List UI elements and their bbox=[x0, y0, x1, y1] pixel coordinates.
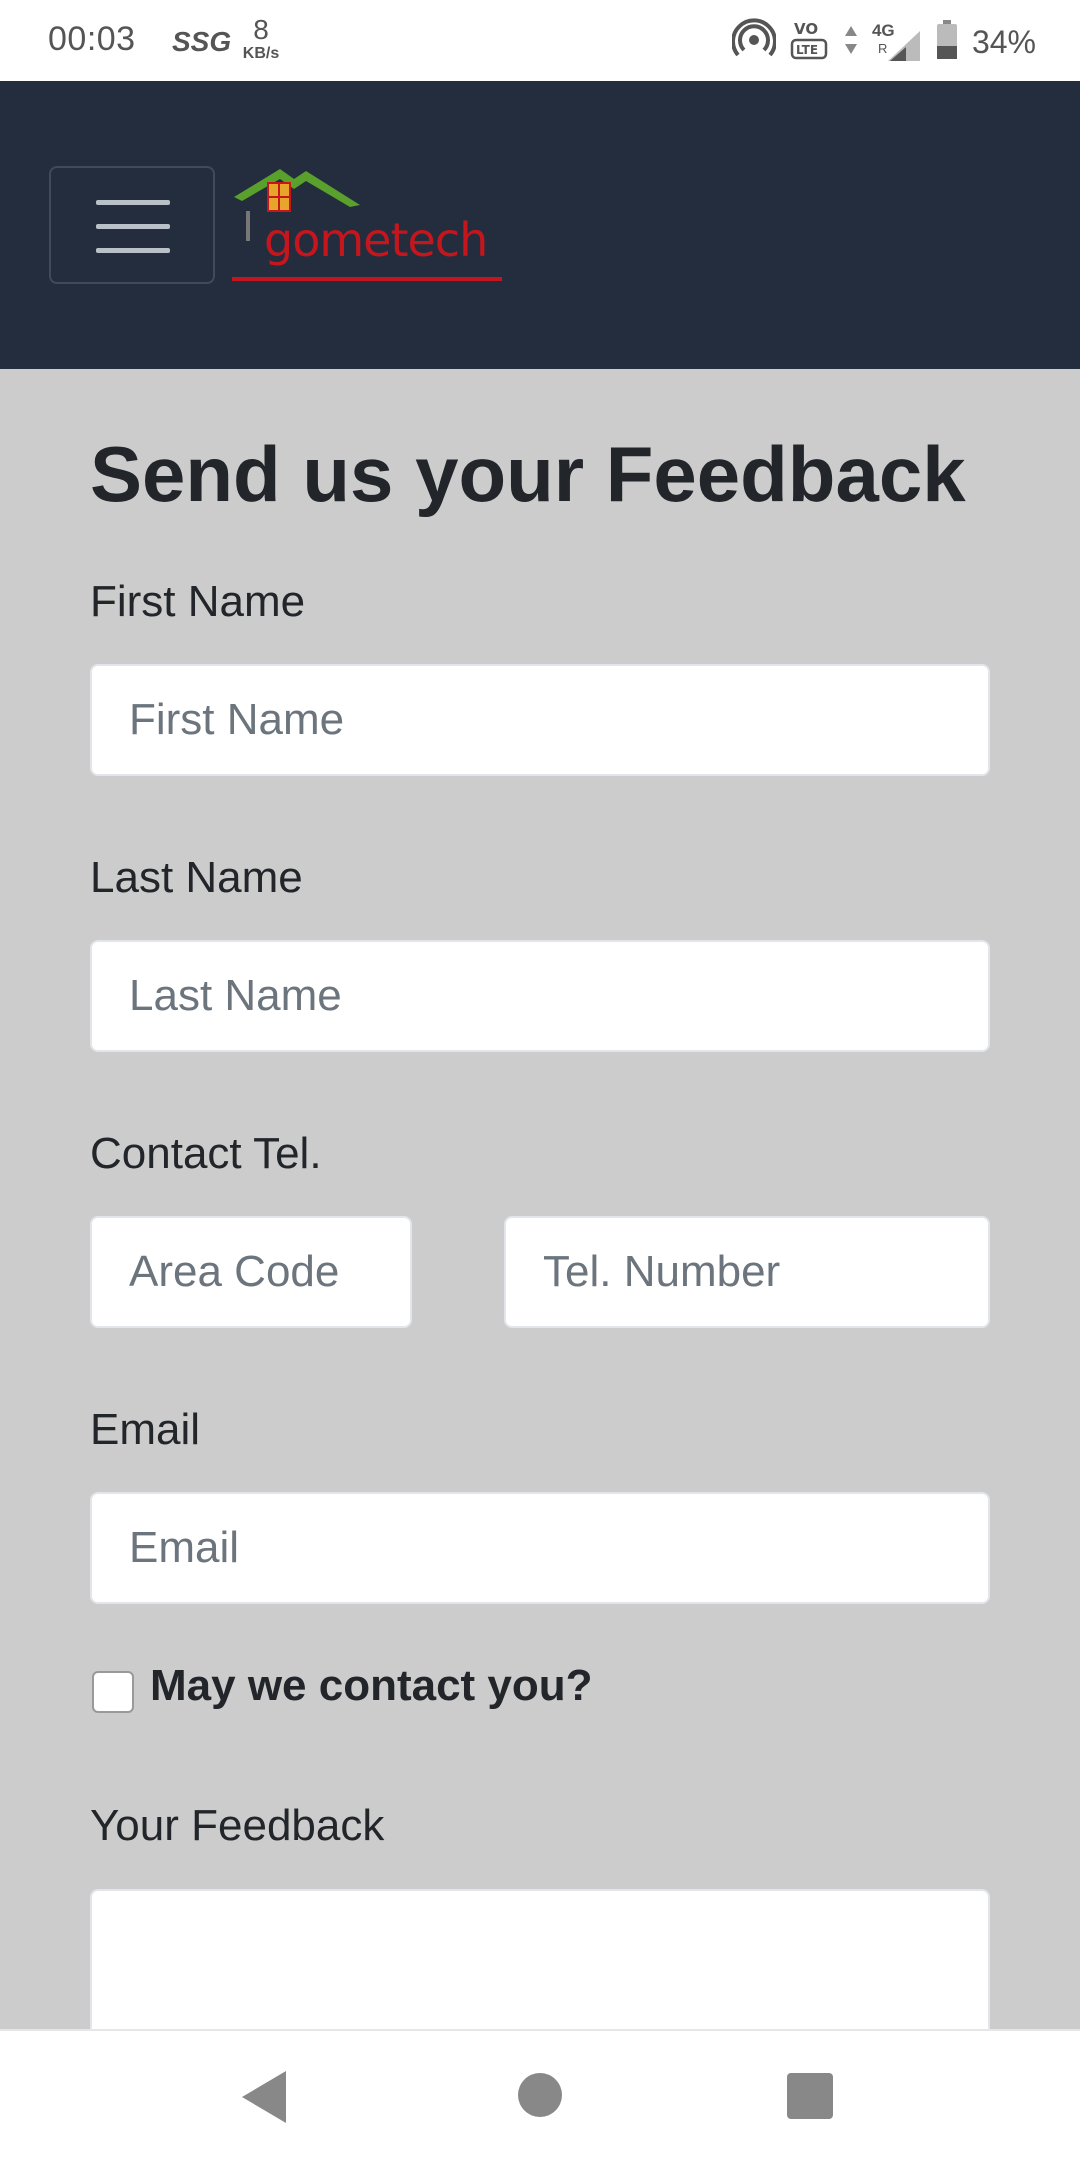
system-navigation-bar bbox=[0, 2029, 1080, 2160]
feedback-form: Send us your Feedback First Name First N… bbox=[0, 369, 1080, 2089]
last-name-input[interactable]: Last Name bbox=[90, 940, 990, 1052]
last-name-label: Last Name bbox=[90, 853, 303, 902]
hotspot-icon bbox=[730, 18, 777, 67]
recent-apps-icon[interactable] bbox=[787, 2073, 833, 2119]
net-speed-unit: KB/s bbox=[242, 45, 280, 62]
contact-tel-label: Contact Tel. bbox=[90, 1129, 322, 1178]
net-speed-value: 8 bbox=[253, 14, 269, 45]
contact-consent-label[interactable]: May we contact you? bbox=[150, 1661, 593, 1711]
home-icon[interactable] bbox=[518, 2073, 562, 2117]
battery-icon bbox=[936, 20, 958, 65]
tel-number-input[interactable]: Tel. Number bbox=[504, 1216, 990, 1328]
logo-text: gometech bbox=[264, 213, 488, 267]
svg-text:VO: VO bbox=[794, 20, 818, 38]
area-code-input[interactable]: Area Code bbox=[90, 1216, 412, 1328]
status-icons: VO LTE 4G R 34% bbox=[730, 18, 1036, 67]
battery-percent: 34% bbox=[971, 24, 1036, 60]
site-header: gometech bbox=[0, 81, 1080, 369]
svg-text:LTE: LTE bbox=[796, 43, 818, 57]
contact-consent-checkbox[interactable] bbox=[92, 1671, 134, 1713]
menu-toggle-button[interactable] bbox=[49, 166, 215, 284]
site-logo[interactable]: gometech bbox=[228, 161, 508, 291]
signal-4g-icon: 4G R bbox=[872, 21, 922, 65]
net-speed: 8 KB/s bbox=[236, 16, 286, 62]
logo-underline bbox=[232, 277, 502, 281]
data-arrows-icon bbox=[844, 22, 858, 63]
first-name-input[interactable]: First Name bbox=[90, 664, 990, 776]
feedback-label: Your Feedback bbox=[90, 1801, 385, 1850]
first-name-label: First Name bbox=[90, 577, 306, 626]
volte-icon: VO LTE bbox=[790, 18, 830, 67]
status-time: 00:03 bbox=[48, 20, 136, 58]
email-label: Email bbox=[90, 1405, 201, 1454]
email-input[interactable]: Email bbox=[90, 1492, 990, 1604]
back-icon[interactable] bbox=[242, 2071, 286, 2123]
status-bar: 00:03 SSG 8 KB/s VO LTE 4G R 34% bbox=[0, 0, 1080, 81]
page-title: Send us your Feedback bbox=[90, 430, 966, 518]
carrier-label: SSG bbox=[172, 26, 232, 57]
